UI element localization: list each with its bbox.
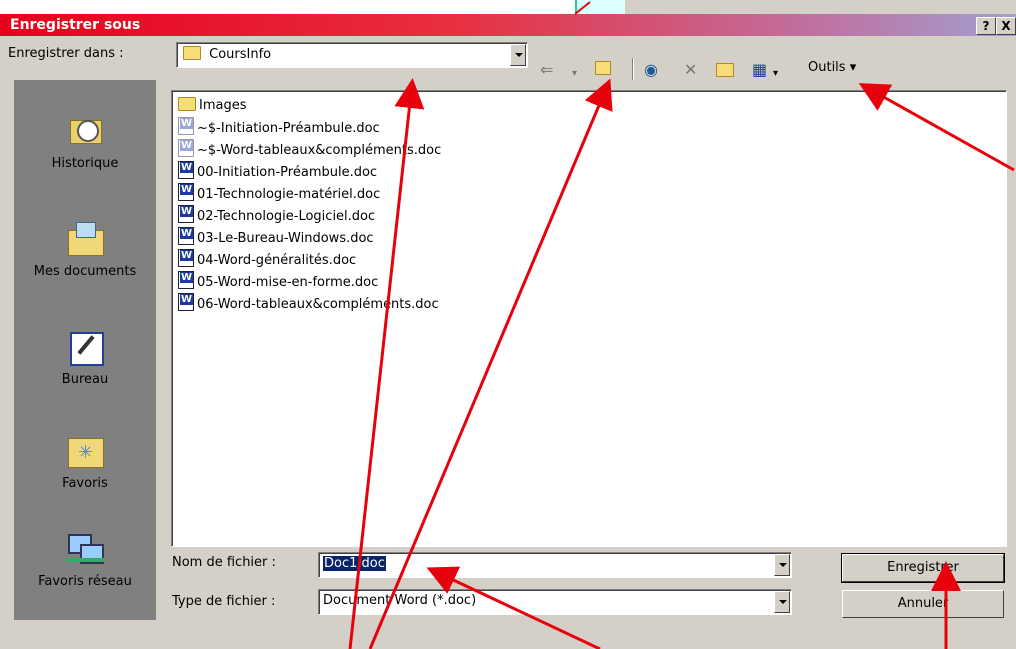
list-item[interactable]: Images [178, 95, 247, 117]
place-favoris[interactable]: ✳ Favoris [14, 432, 156, 491]
close-button[interactable]: X [996, 17, 1016, 35]
filename-label: Nom de fichier : [172, 555, 276, 570]
help-button[interactable]: ? [976, 17, 996, 35]
my-documents-icon [66, 220, 104, 258]
word-doc-icon [178, 227, 194, 245]
word-doc-icon [178, 117, 194, 135]
background-window-strip [0, 0, 1016, 14]
views-icon[interactable]: ▦ [752, 62, 767, 78]
back-arrow-icon[interactable]: ⇐ [540, 62, 553, 78]
views-dropdown-icon[interactable]: ▾ [773, 66, 778, 82]
background-window-fragment [575, 0, 627, 14]
word-doc-icon [178, 249, 194, 267]
tools-menu[interactable]: Outils ▾ [808, 60, 856, 75]
cancel-button[interactable]: Annuler [842, 590, 1004, 618]
up-folder-icon[interactable] [595, 60, 611, 76]
word-doc-icon [178, 139, 194, 157]
list-item[interactable]: 06-Word-tableaux&compléments.doc [178, 293, 439, 315]
new-folder-icon[interactable] [716, 62, 734, 78]
back-dropdown-icon[interactable]: ▾ [572, 66, 577, 82]
desktop-icon [66, 328, 104, 366]
file-list[interactable]: Images ~$-Initiation-Préambule.doc ~$-Wo… [171, 90, 1007, 547]
delete-icon[interactable]: ✕ [684, 62, 697, 78]
list-item[interactable]: 02-Technologie-Logiciel.doc [178, 205, 375, 227]
folder-icon [183, 46, 201, 60]
network-icon [66, 530, 104, 568]
dialog-title: Enregistrer sous [10, 17, 141, 33]
list-item[interactable]: 04-Word-généralités.doc [178, 249, 356, 271]
folder-icon [178, 97, 196, 111]
places-bar: Historique Mes documents Bureau ✳ Favori… [14, 80, 156, 620]
title-bar[interactable]: Enregistrer sous ? X [0, 14, 1016, 36]
chevron-down-icon[interactable] [774, 554, 790, 576]
save-as-dialog: Enregistrer sous ? X Enregistrer dans : … [0, 14, 1016, 649]
background-window-fragment [625, 0, 1016, 14]
favorites-icon: ✳ [66, 432, 104, 470]
word-doc-icon [178, 205, 194, 223]
place-mes-documents[interactable]: Mes documents [14, 220, 156, 279]
toolbar-separator [632, 58, 634, 80]
list-item[interactable]: 03-Le-Bureau-Windows.doc [178, 227, 374, 249]
word-doc-icon [178, 293, 194, 311]
list-item[interactable]: 01-Technologie-matériel.doc [178, 183, 380, 205]
filename-input[interactable]: Doc1.doc [318, 552, 792, 578]
save-in-dropdown[interactable]: CoursInfo [176, 42, 528, 68]
place-historique[interactable]: Historique [14, 112, 156, 171]
chevron-down-icon[interactable] [510, 44, 526, 66]
filename-value: Doc1.doc [323, 556, 386, 571]
filetype-dropdown[interactable]: Document Word (*.doc) [318, 589, 792, 615]
word-doc-icon [178, 183, 194, 201]
place-bureau[interactable]: Bureau [14, 328, 156, 387]
web-search-icon[interactable]: ◉ [644, 62, 658, 78]
list-item[interactable]: 00-Initiation-Préambule.doc [178, 161, 377, 183]
list-item[interactable]: ~$-Initiation-Préambule.doc [178, 117, 380, 139]
save-in-label: Enregistrer dans : [8, 46, 124, 61]
list-item[interactable]: 05-Word-mise-en-forme.doc [178, 271, 378, 293]
filetype-value: Document Word (*.doc) [323, 593, 477, 608]
word-doc-icon [178, 161, 194, 179]
filetype-label: Type de fichier : [172, 594, 276, 609]
history-icon [66, 112, 104, 150]
save-in-value: CoursInfo [183, 46, 271, 62]
chevron-down-icon[interactable] [774, 591, 790, 613]
save-button[interactable]: Enregistrer [841, 553, 1005, 583]
word-doc-icon [178, 271, 194, 289]
list-item[interactable]: ~$-Word-tableaux&compléments.doc [178, 139, 441, 161]
place-favoris-reseau[interactable]: Favoris réseau [14, 530, 156, 589]
